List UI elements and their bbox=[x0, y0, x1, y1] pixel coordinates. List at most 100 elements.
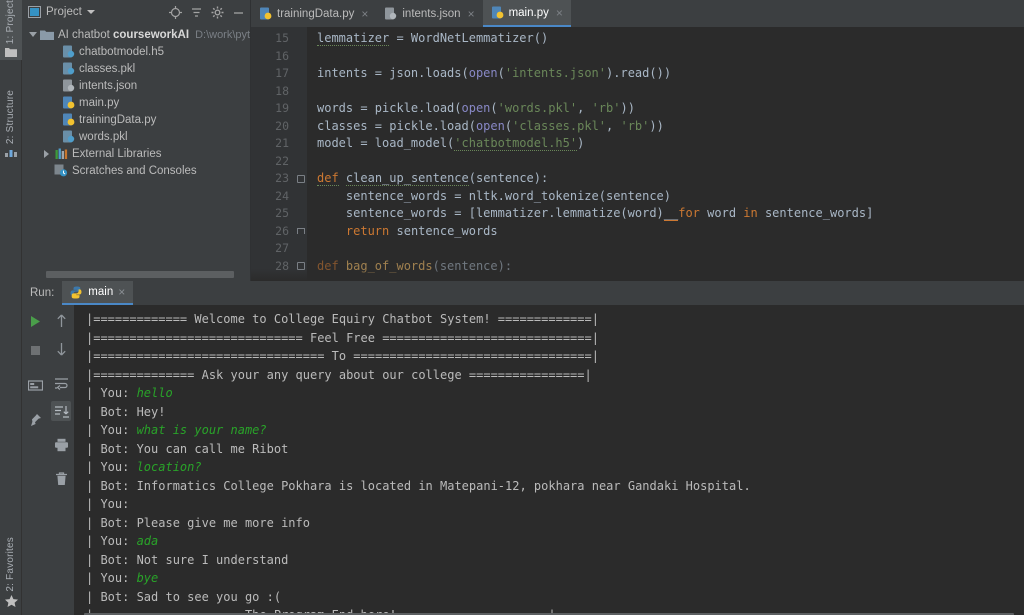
console-user-input: what is your name? bbox=[137, 423, 267, 437]
code-text[interactable]: lemmatizer = WordNetLemmatizer() intents… bbox=[307, 27, 1024, 281]
pin-button[interactable] bbox=[25, 410, 45, 430]
project-tree[interactable]: AI chatbot courseworkAI D:\work\python\ … bbox=[22, 24, 250, 281]
editor-bottom-fade bbox=[251, 269, 1024, 281]
line-number: 15 bbox=[251, 30, 289, 48]
console-line: |================================ To ===… bbox=[86, 349, 599, 363]
tool-window-strip: 1: Project 2: Structure 2: Favorites bbox=[0, 0, 22, 615]
fold-marker-end-icon[interactable] bbox=[295, 223, 307, 241]
console-prompt: | You: bbox=[86, 460, 137, 474]
tab-trainingdata-py[interactable]: trainingData.py × bbox=[251, 0, 376, 27]
tree-item-intents-json[interactable]: intents.json bbox=[22, 77, 250, 94]
console-line: | Bot: You can call me Ribot bbox=[86, 442, 288, 456]
line-number: 24 bbox=[251, 188, 289, 206]
console-user-input: ada bbox=[137, 534, 159, 548]
line-number: 27 bbox=[251, 240, 289, 258]
sidebar-item-project[interactable]: 1: Project bbox=[0, 0, 22, 60]
expand-arrow-icon[interactable] bbox=[40, 150, 53, 158]
tree-item-external-libraries-label: External Libraries bbox=[72, 148, 161, 160]
file-py-icon bbox=[259, 7, 272, 20]
tree-item-root[interactable]: AI chatbot courseworkAI D:\work\python\ bbox=[22, 26, 250, 43]
folder-icon bbox=[39, 29, 55, 41]
run-button[interactable] bbox=[25, 311, 45, 331]
line-number: 19 bbox=[251, 100, 289, 118]
tab-trainingdata-py-label: trainingData.py bbox=[277, 8, 354, 20]
down-arrow-icon[interactable] bbox=[51, 339, 71, 359]
tree-item-chatbotmodel[interactable]: chatbotmodel.h5 bbox=[22, 43, 250, 60]
fold-marker-collapse-icon[interactable] bbox=[295, 170, 307, 188]
hide-panel-icon[interactable] bbox=[230, 4, 246, 20]
console-line: | Bot: Not sure I understand bbox=[86, 553, 288, 567]
sidebar-item-structure-label: 2: Structure bbox=[0, 90, 22, 144]
sidebar-item-favorites[interactable]: 2: Favorites bbox=[0, 537, 22, 609]
scroll-to-end-icon[interactable] bbox=[51, 401, 71, 421]
console-line: |============================= Feel Free… bbox=[86, 331, 599, 345]
code-editor[interactable]: 15 16 17 18 19 20 21 22 23 24 25 26 27 2… bbox=[251, 27, 1024, 281]
close-icon[interactable]: × bbox=[361, 7, 368, 21]
console-prompt: | You: bbox=[86, 571, 137, 585]
rerun-button[interactable] bbox=[25, 375, 45, 395]
console-prompt: | You: bbox=[86, 386, 137, 400]
soft-wrap-icon[interactable] bbox=[51, 373, 71, 393]
close-icon[interactable]: × bbox=[556, 6, 563, 20]
line-number-gutter: 15 16 17 18 19 20 21 22 23 24 25 26 27 2… bbox=[251, 27, 295, 281]
fold-gutter[interactable] bbox=[295, 27, 307, 281]
stop-button[interactable] bbox=[25, 340, 45, 360]
console-prompt: | You: bbox=[86, 497, 137, 511]
tree-item-scratches[interactable]: Scratches and Consoles bbox=[22, 162, 250, 179]
trash-icon[interactable] bbox=[51, 469, 71, 489]
tree-item-trainingdata-py[interactable]: trainingData.py bbox=[22, 111, 250, 128]
console-user-input: hello bbox=[137, 386, 173, 400]
sidebar-item-structure[interactable]: 2: Structure bbox=[0, 90, 22, 160]
gear-icon[interactable] bbox=[209, 4, 225, 20]
console-line: | Bot: Informatics College Pokhara is lo… bbox=[86, 479, 751, 493]
collapse-all-icon[interactable] bbox=[188, 4, 204, 20]
run-tab-main[interactable]: main × bbox=[62, 281, 133, 305]
line-number: 18 bbox=[251, 83, 289, 101]
tab-main-py[interactable]: main.py × bbox=[483, 0, 571, 27]
file-py-icon bbox=[60, 113, 76, 126]
console-line: | Bot: Hey! bbox=[86, 405, 165, 419]
run-tab-main-label: main bbox=[88, 286, 113, 298]
project-horizontal-scrollbar[interactable] bbox=[46, 271, 234, 278]
line-number: 26 bbox=[251, 223, 289, 241]
line-number: 20 bbox=[251, 118, 289, 136]
sidebar-item-favorites-label: 2: Favorites bbox=[0, 537, 22, 592]
project-panel-header: Project bbox=[22, 0, 250, 24]
tree-item-words-pkl-label: words.pkl bbox=[79, 131, 128, 143]
tree-item-root-path: D:\work\python\ bbox=[195, 29, 250, 41]
close-icon[interactable]: × bbox=[468, 7, 475, 21]
tree-item-trainingdata-py-label: trainingData.py bbox=[79, 114, 156, 126]
expand-arrow-icon[interactable] bbox=[26, 32, 39, 37]
python-icon bbox=[70, 286, 83, 299]
tree-item-main-py[interactable]: main.py bbox=[22, 94, 250, 111]
console-user-input: bye bbox=[137, 571, 159, 585]
line-number: 22 bbox=[251, 153, 289, 171]
tab-main-py-label: main.py bbox=[509, 7, 549, 19]
console-prompt: | You: bbox=[86, 423, 137, 437]
sidebar-item-project-label: 1: Project bbox=[0, 0, 22, 44]
console-user-input: location? bbox=[137, 460, 202, 474]
console-line: |============== Ask your any query about… bbox=[86, 368, 592, 382]
up-arrow-icon[interactable] bbox=[51, 311, 71, 331]
tree-item-classes-pkl-label: classes.pkl bbox=[79, 63, 135, 75]
tree-item-intents-json-label: intents.json bbox=[79, 80, 137, 92]
file-pkl-icon bbox=[60, 62, 76, 75]
tree-item-words-pkl[interactable]: words.pkl bbox=[22, 128, 250, 145]
chevron-down-icon[interactable] bbox=[87, 10, 95, 14]
close-icon[interactable]: × bbox=[118, 285, 125, 299]
run-controls-secondary bbox=[48, 305, 74, 615]
run-tab-bar: Run: main × bbox=[22, 281, 1024, 305]
console-output[interactable]: |============= Welcome to College Equiry… bbox=[74, 305, 1024, 615]
editor-area: trainingData.py × intents.json × main.py… bbox=[250, 0, 1024, 281]
tree-item-classes-pkl[interactable]: classes.pkl bbox=[22, 60, 250, 77]
run-label: Run: bbox=[30, 287, 54, 299]
tab-intents-json[interactable]: intents.json × bbox=[376, 0, 482, 27]
print-icon[interactable] bbox=[51, 435, 71, 455]
line-number: 21 bbox=[251, 135, 289, 153]
run-body: |============= Welcome to College Equiry… bbox=[22, 305, 1024, 615]
folder-icon bbox=[5, 47, 17, 58]
tree-item-external-libraries[interactable]: External Libraries bbox=[22, 145, 250, 162]
locate-icon[interactable] bbox=[167, 4, 183, 20]
project-window-icon bbox=[28, 6, 41, 18]
project-tool-window: Project bbox=[22, 0, 250, 281]
